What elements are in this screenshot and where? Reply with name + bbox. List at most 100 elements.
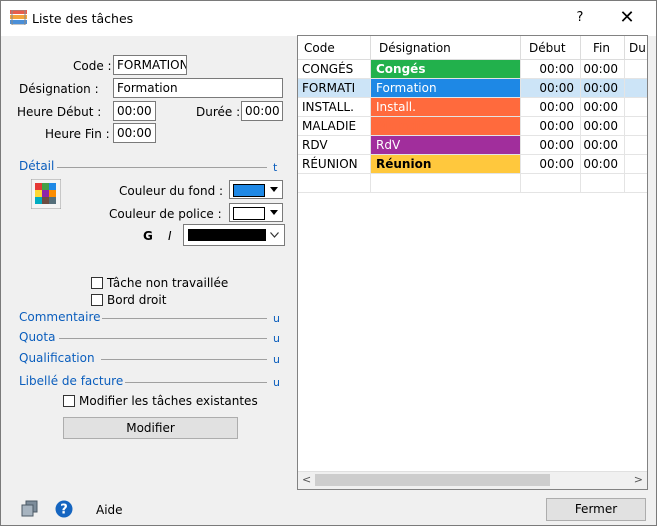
empty-cell (371, 174, 521, 193)
detail-section-label[interactable]: Détail (19, 159, 54, 173)
heure-fin-label: Heure Fin : (45, 127, 110, 141)
cell-duree (625, 98, 647, 117)
code-input[interactable]: FORMATION (113, 55, 187, 75)
cell-duree (625, 60, 647, 79)
copy-icon[interactable] (21, 500, 39, 518)
task-grid[interactable]: Code Désignation Début Fin Du CONGÉS Cong… (297, 35, 648, 490)
heure-debut-input[interactable]: 00:00 (113, 101, 156, 121)
task-row[interactable]: MALADIE Maladie 00:00 00:00 (298, 117, 647, 136)
modifier-button[interactable]: Modifier (63, 417, 238, 439)
scrollbar-thumb[interactable] (315, 474, 550, 486)
duree-input[interactable]: 00:00 (241, 101, 283, 121)
libelle-facture-section-marker: u (273, 376, 280, 389)
cell-fin: 00:00 (581, 117, 625, 136)
libelle-facture-divider (125, 382, 267, 383)
couleur-police-label: Couleur de police : (109, 207, 222, 221)
cell-fin: 00:00 (581, 98, 625, 117)
close-button[interactable]: ✕ (613, 5, 641, 31)
modifier-existantes-label: Modifier les tâches existantes (79, 394, 258, 408)
cell-debut: 00:00 (521, 155, 581, 174)
cell-designation: RdV (371, 136, 521, 155)
help-icon[interactable]: ? (55, 500, 73, 518)
heure-debut-label: Heure Début : (17, 105, 102, 119)
couleur-fond-picker[interactable] (229, 180, 283, 199)
empty-cell (521, 174, 581, 193)
task-row[interactable]: CONGÉS Congés 00:00 00:00 (298, 60, 647, 79)
couleur-police-swatch (233, 207, 265, 220)
task-list-app-icon (10, 10, 27, 25)
font-preview-select[interactable] (183, 224, 285, 246)
cell-designation: Maladie (371, 117, 521, 136)
horizontal-scrollbar[interactable]: < > (298, 471, 647, 489)
liste-taches-window: Liste des tâches ? ✕ Code : FORMATION Dé… (0, 0, 657, 526)
qualification-section-label[interactable]: Qualification (19, 351, 95, 365)
bold-toggle[interactable]: G (143, 229, 153, 243)
column-header-duree[interactable]: Du (625, 36, 647, 60)
couleur-fond-label: Couleur du fond : (119, 184, 224, 198)
couleur-fond-swatch (233, 184, 265, 197)
designation-label: Désignation : (19, 82, 99, 96)
code-label: Code : (73, 59, 112, 73)
cell-code: CONGÉS (298, 60, 371, 79)
detail-divider (57, 167, 267, 168)
svg-text:?: ? (60, 503, 68, 518)
commentaire-section-marker: u (273, 312, 280, 325)
task-row[interactable]: FORMATI Formation 00:00 00:00 (298, 79, 647, 98)
cell-code: FORMATI (298, 79, 371, 98)
tache-non-travaillee-checkbox[interactable] (91, 277, 103, 289)
cell-duree (625, 117, 647, 136)
cell-debut: 00:00 (521, 136, 581, 155)
detail-section-marker: t (273, 161, 278, 174)
empty-cell (625, 174, 647, 193)
column-header-code[interactable]: Code (298, 36, 371, 60)
designation-input[interactable]: Formation (113, 78, 283, 98)
cell-designation: Install. (371, 98, 521, 117)
cell-fin: 00:00 (581, 60, 625, 79)
quota-section-label[interactable]: Quota (19, 330, 55, 344)
title-bar: Liste des tâches ? ✕ (1, 1, 656, 36)
window-title: Liste des tâches (32, 11, 134, 26)
fermer-button[interactable]: Fermer (546, 498, 646, 521)
empty-row (298, 174, 647, 193)
cell-debut: 00:00 (521, 117, 581, 136)
cell-code: MALADIE (298, 117, 371, 136)
task-row[interactable]: RDV RdV 00:00 00:00 (298, 136, 647, 155)
task-row[interactable]: RÉUNION Réunion 00:00 00:00 (298, 155, 647, 174)
bord-droit-checkbox[interactable] (91, 294, 103, 306)
couleur-police-picker[interactable] (229, 203, 283, 222)
column-header-designation[interactable]: Désignation (371, 36, 521, 60)
italic-toggle[interactable]: I (168, 229, 172, 243)
font-preview-swatch (188, 229, 266, 241)
commentaire-section-label[interactable]: Commentaire (19, 310, 101, 324)
cell-code: RÉUNION (298, 155, 371, 174)
cell-debut: 00:00 (521, 98, 581, 117)
empty-cell (581, 174, 625, 193)
quota-divider (59, 338, 267, 339)
commentaire-divider (102, 318, 267, 319)
cell-debut: 00:00 (521, 60, 581, 79)
chevron-down-icon (270, 210, 278, 215)
cell-duree (625, 79, 647, 98)
duree-label: Durée : (196, 105, 241, 119)
cell-designation: Formation (371, 79, 521, 98)
chevron-down-icon (270, 232, 279, 238)
modifier-existantes-checkbox[interactable] (63, 395, 75, 407)
heure-fin-input[interactable]: 00:00 (113, 123, 156, 143)
cell-duree (625, 136, 647, 155)
cell-debut: 00:00 (521, 79, 581, 98)
column-header-debut[interactable]: Début (521, 36, 581, 60)
task-row[interactable]: INSTALL. Install. 00:00 00:00 (298, 98, 647, 117)
cell-designation: Congés (371, 60, 521, 79)
libelle-facture-section-label[interactable]: Libellé de facture (19, 374, 123, 388)
color-palette-icon[interactable] (31, 179, 61, 209)
quota-section-marker: u (273, 332, 280, 345)
chevron-down-icon (270, 187, 278, 192)
scroll-left-icon[interactable]: < (302, 473, 311, 486)
tache-non-travaillee-label: Tâche non travaillée (107, 276, 229, 290)
cell-code: INSTALL. (298, 98, 371, 117)
column-header-fin[interactable]: Fin (581, 36, 625, 60)
aide-label[interactable]: Aide (96, 503, 123, 517)
help-button[interactable]: ? (569, 6, 591, 30)
scroll-right-icon[interactable]: > (634, 473, 643, 486)
cell-designation: Réunion (371, 155, 521, 174)
